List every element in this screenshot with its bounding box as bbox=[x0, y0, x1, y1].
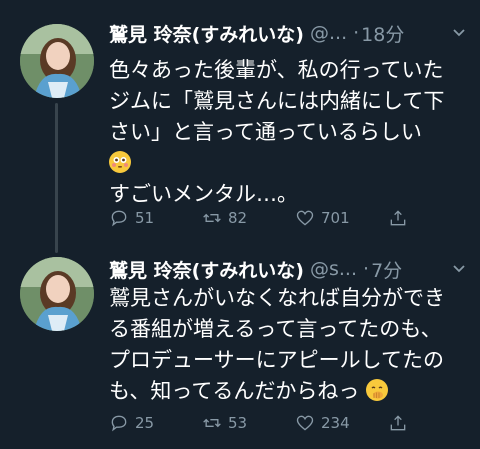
heart-icon bbox=[296, 210, 314, 226]
hand-over-mouth-face-icon bbox=[366, 379, 389, 401]
tweet-line: る番組が増えるって言ってたのも、 bbox=[109, 317, 442, 341]
tweet-text: 色々あった後輩が、私の行っていた ジムに「鷲見さんには内緒にして下 さい」と言っ… bbox=[109, 55, 466, 210]
retweet-button[interactable]: 53 bbox=[202, 413, 295, 433]
share-button[interactable] bbox=[388, 208, 408, 228]
heart-icon bbox=[296, 415, 314, 431]
separator-dot: · bbox=[353, 22, 360, 44]
retweet-icon bbox=[203, 418, 221, 428]
tweet-actions: 51 82 701 bbox=[109, 207, 466, 229]
avatar-photo bbox=[20, 257, 94, 331]
separator-dot: · bbox=[363, 258, 370, 280]
display-name[interactable]: 鷲見 玲奈(すみれいな) bbox=[109, 256, 304, 283]
share-icon bbox=[390, 210, 406, 226]
thread-line bbox=[55, 103, 58, 253]
avatar[interactable] bbox=[20, 24, 94, 98]
tweet-actions: 25 53 234 bbox=[109, 412, 466, 434]
reply-button[interactable]: 25 bbox=[109, 413, 202, 433]
chevron-down-icon[interactable] bbox=[452, 26, 466, 40]
reply-button[interactable]: 51 bbox=[109, 208, 202, 228]
share-button[interactable] bbox=[388, 413, 408, 433]
flushed-face-icon bbox=[109, 151, 131, 173]
retweet-count: 82 bbox=[228, 209, 248, 227]
emoji-line bbox=[109, 148, 466, 179]
tweet-line: 色々あった後輩が、私の行っていた bbox=[109, 58, 444, 82]
avatar-photo bbox=[20, 24, 94, 98]
retweet-button[interactable]: 82 bbox=[202, 208, 295, 228]
tweet-line: 鷲見さんがいなくなれば自分ができ bbox=[109, 286, 445, 310]
tweet-line-with-emoji: も、知ってるんだからねっ bbox=[109, 376, 466, 407]
tweet-line: も、知ってるんだからねっ bbox=[109, 379, 360, 403]
tweet-line: ジムに「鷲見さんには内緒にして下 bbox=[109, 89, 445, 113]
tweet-text: 鷲見さんがいなくなれば自分ができ る番組が増えるって言ってたのも、 プロデューサ… bbox=[109, 283, 466, 407]
tweet-line: プロデューサーにアピールしてたの bbox=[109, 348, 444, 372]
handle[interactable]: @... bbox=[310, 22, 347, 44]
retweet-count: 53 bbox=[228, 414, 248, 432]
retweet-icon bbox=[203, 213, 221, 223]
like-button[interactable]: 701 bbox=[295, 208, 388, 228]
reply-icon bbox=[111, 210, 127, 227]
display-name[interactable]: 鷲見 玲奈(すみれいな) bbox=[109, 20, 304, 47]
like-count: 234 bbox=[321, 414, 350, 432]
share-icon bbox=[390, 415, 406, 431]
reply-icon bbox=[111, 415, 127, 432]
tweet-line: さい」と言って通っているらしい bbox=[109, 120, 422, 144]
like-button[interactable]: 234 bbox=[295, 413, 388, 433]
reply-count: 51 bbox=[135, 209, 155, 227]
handle[interactable]: @s... bbox=[310, 258, 357, 280]
chevron-down-icon[interactable] bbox=[452, 262, 466, 276]
timestamp[interactable]: 18分 bbox=[361, 20, 404, 47]
tweet-line: すごいメンタル…。 bbox=[109, 182, 298, 206]
reply-count: 25 bbox=[135, 414, 155, 432]
timestamp[interactable]: 7分 bbox=[371, 256, 402, 283]
avatar[interactable] bbox=[20, 257, 94, 331]
like-count: 701 bbox=[321, 209, 350, 227]
tweet-header: 鷲見 玲奈(すみれいな) @s... · 7分 bbox=[109, 254, 466, 284]
tweet-header: 鷲見 玲奈(すみれいな) @... · 18分 bbox=[109, 18, 466, 48]
